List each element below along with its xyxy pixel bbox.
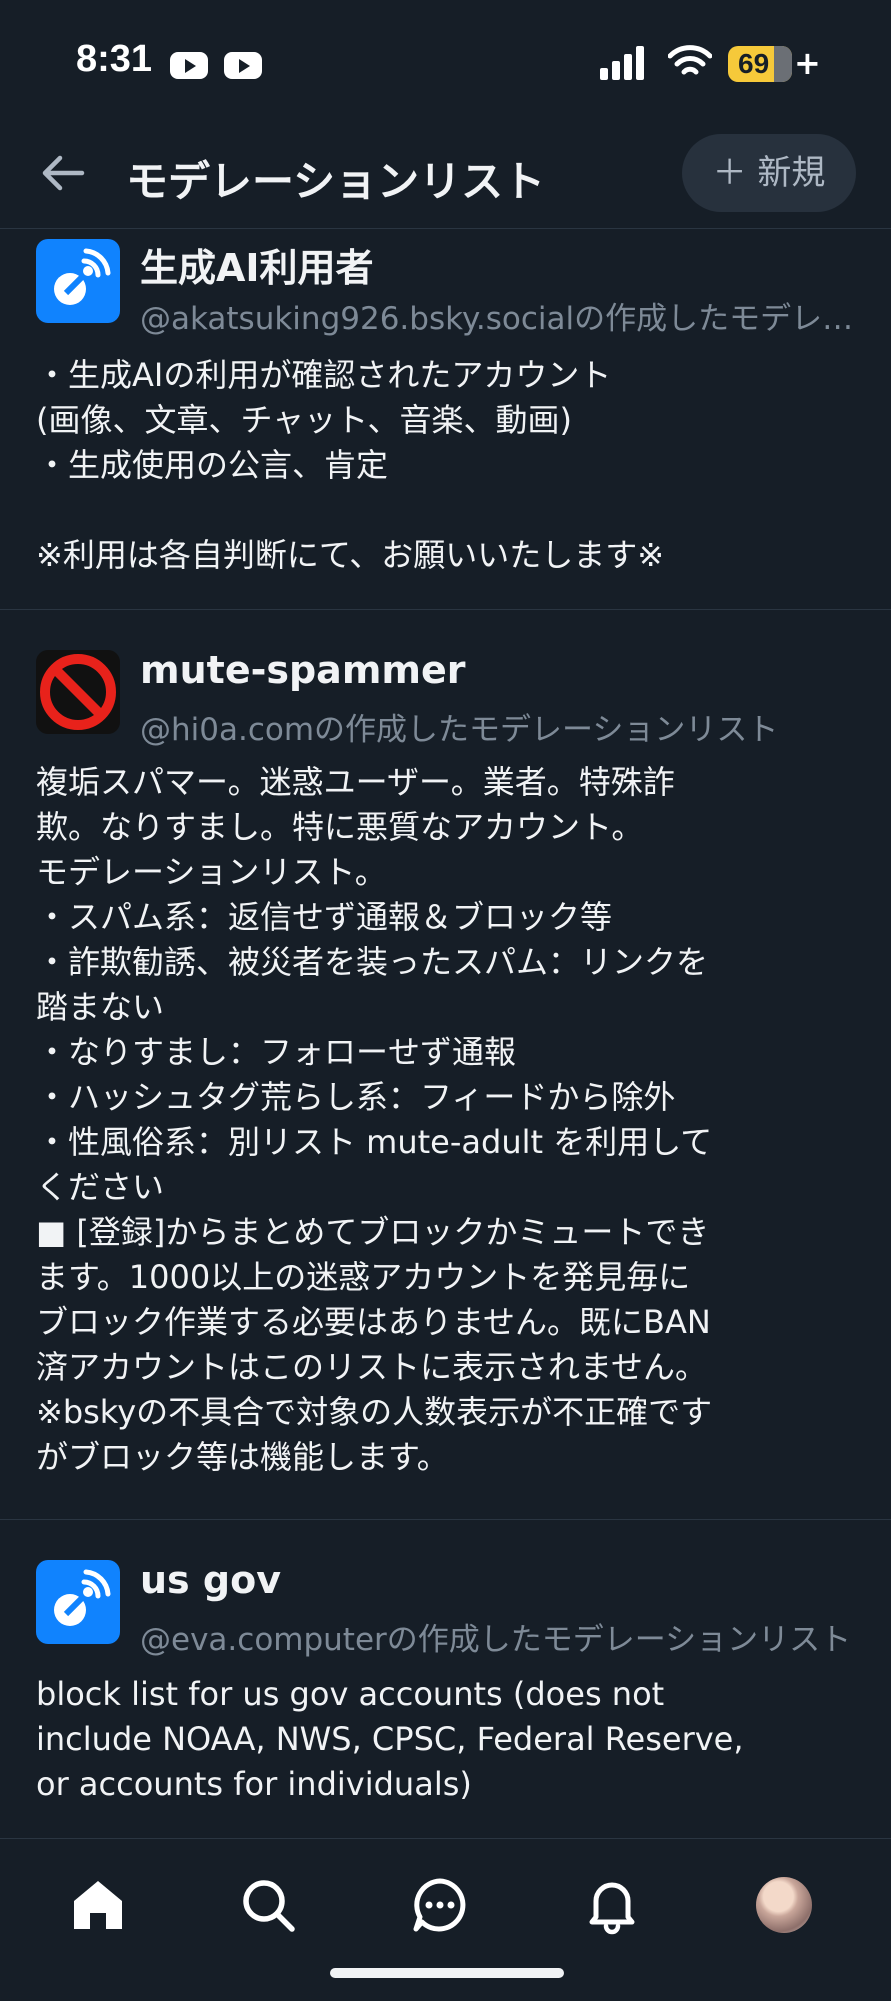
- cellular-signal-icon: [600, 46, 646, 80]
- bell-icon[interactable]: [582, 1875, 642, 1935]
- list-title: us gov: [140, 1558, 281, 1602]
- list-item[interactable]: 生成AI利用者 @akatsuking926.bsky.socialの作成したモ…: [0, 229, 891, 610]
- youtube-notification-icon: [224, 52, 262, 79]
- list-subtitle: @hi0a.comの作成したモデレーションリスト: [140, 712, 779, 748]
- status-bar: 8:31 69 +: [0, 0, 891, 120]
- new-list-button[interactable]: ＋ 新規: [682, 134, 856, 212]
- back-arrow-icon[interactable]: [38, 150, 88, 196]
- broadcast-icon: [54, 248, 111, 305]
- list-subtitle: @akatsuking926.bsky.socialの作成したモデレーションリス…: [140, 301, 860, 337]
- search-icon[interactable]: [238, 1875, 298, 1935]
- list-item[interactable]: us gov @eva.computerの作成したモデレーションリスト bloc…: [0, 1520, 891, 1839]
- list-item[interactable]: mute-spammer @hi0a.comの作成したモデレーションリスト 複垢…: [0, 610, 891, 1520]
- prohibited-icon: [40, 654, 116, 730]
- list-description: ・生成AIの利用が確認されたアカウント (画像、文章、チャット、音楽、動画) ・…: [36, 356, 665, 574]
- list-title: 生成AI利用者: [140, 246, 374, 290]
- youtube-notification-icon: [170, 52, 208, 79]
- page-header: モデレーションリスト ＋ 新規: [0, 120, 891, 229]
- broadcast-icon: [54, 1569, 111, 1626]
- page-title: モデレーションリスト: [126, 157, 546, 206]
- clock: 8:31: [76, 38, 153, 80]
- profile-avatar[interactable]: [756, 1877, 812, 1933]
- home-icon[interactable]: [68, 1875, 128, 1935]
- list-avatar: [36, 650, 120, 734]
- battery-icon: 69: [728, 46, 792, 82]
- battery-level: 69: [738, 48, 770, 79]
- list-avatar: [36, 239, 120, 323]
- list-avatar: [36, 1560, 120, 1644]
- list-description: block list for us gov accounts (does not…: [36, 1675, 744, 1803]
- home-indicator: [330, 1968, 564, 1978]
- charging-icon: +: [794, 44, 821, 82]
- chat-icon[interactable]: [410, 1875, 470, 1935]
- list-subtitle: @eva.computerの作成したモデレーションリスト: [140, 1622, 852, 1658]
- wifi-icon: [668, 45, 712, 75]
- list-title: mute-spammer: [140, 648, 466, 692]
- list-description: 複垢スパマー。迷惑ユーザー。業者。特殊詐 欺。なりすまし。特に悪質なアカウント。…: [36, 763, 713, 1476]
